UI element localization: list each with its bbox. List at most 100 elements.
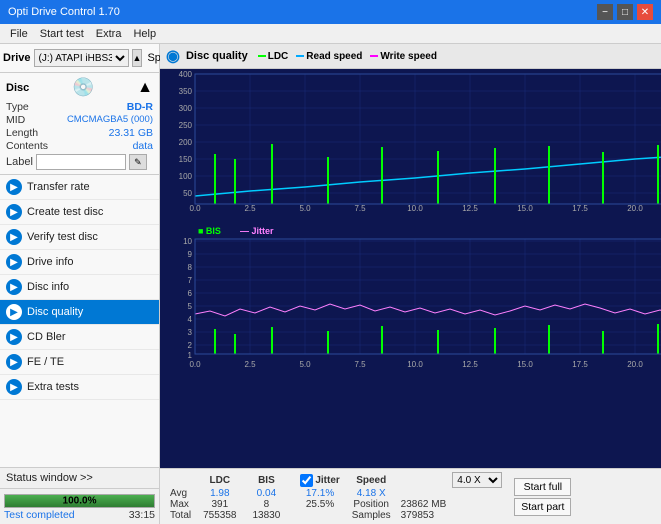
svg-text:15.0: 15.0 <box>517 204 533 213</box>
stats-table: LDC BIS Jitter Speed <box>166 472 506 521</box>
nav-create-test-disc[interactable]: ▶ Create test disc <box>0 200 159 225</box>
create-test-disc-icon: ▶ <box>6 204 22 220</box>
mid-value: CMCMAGBA5 (000) <box>67 114 153 126</box>
avg-bis: 0.04 <box>245 488 289 499</box>
titlebar: Opti Drive Control 1.70 − □ ✕ <box>0 0 661 24</box>
type-value: BD-R <box>127 101 153 113</box>
legend-read-label: Read speed <box>306 51 362 62</box>
menubar: File Start test Extra Help <box>0 24 661 44</box>
drive-section: Drive (J:) ATAPI iHBS312 2 PL17 ▲ Speed … <box>0 44 159 73</box>
extra-tests-icon: ▶ <box>6 379 22 395</box>
start-full-button[interactable]: Start full <box>514 478 571 496</box>
avg-speed: 4.18 X <box>344 488 399 499</box>
svg-text:150: 150 <box>179 155 193 164</box>
sidebar-progress-bar: 100.0% <box>4 494 155 508</box>
eject-button[interactable]: ▲ <box>132 49 143 67</box>
legend-ldc: LDC <box>258 51 289 62</box>
chart-title: Disc quality <box>186 50 248 62</box>
svg-text:3: 3 <box>188 328 193 337</box>
nav-disc-info[interactable]: ▶ Disc info <box>0 275 159 300</box>
nav-disc-quality-label: Disc quality <box>27 306 83 318</box>
label-edit-button[interactable]: ✎ <box>129 154 147 170</box>
svg-text:100: 100 <box>179 172 193 181</box>
time-text: 33:15 <box>129 509 155 521</box>
svg-text:4: 4 <box>188 315 193 324</box>
write-color <box>370 55 378 57</box>
nav-verify-test-disc[interactable]: ▶ Verify test disc <box>0 225 159 250</box>
nav-fe-te-label: FE / TE <box>27 356 64 368</box>
contents-value: data <box>133 140 153 152</box>
action-buttons: Start full Start part <box>514 478 571 516</box>
status-text: Test completed <box>4 509 75 521</box>
nav-transfer-rate-label: Transfer rate <box>27 181 90 193</box>
legend-ldc-label: LDC <box>268 51 289 62</box>
svg-text:300: 300 <box>179 104 193 113</box>
nav-cd-bler-label: CD Bler <box>27 331 66 343</box>
svg-text:2.5: 2.5 <box>244 204 256 213</box>
nav-cd-bler[interactable]: ▶ CD Bler <box>0 325 159 350</box>
nav-extra-tests[interactable]: ▶ Extra tests <box>0 375 159 400</box>
type-label: Type <box>6 101 29 113</box>
svg-text:■ BIS: ■ BIS <box>198 226 221 236</box>
svg-text:400: 400 <box>179 70 193 79</box>
start-part-button[interactable]: Start part <box>514 498 571 516</box>
status-window-button[interactable]: Status window >> <box>0 467 159 488</box>
avg-ldc: 1.98 <box>195 488 244 499</box>
minimize-button[interactable]: − <box>597 4 613 20</box>
svg-text:10: 10 <box>183 237 192 246</box>
position-label: Position <box>344 499 399 510</box>
max-jitter: 25.5% <box>296 499 343 510</box>
position-label-text: Position <box>353 499 389 510</box>
total-samples: 379853 <box>399 510 449 521</box>
legend-write: Write speed <box>370 51 437 62</box>
menu-extra[interactable]: Extra <box>90 27 128 41</box>
disc-info-icon: ▶ <box>6 279 22 295</box>
svg-text:5: 5 <box>188 302 193 311</box>
jitter-checkbox[interactable] <box>300 474 313 487</box>
svg-text:8: 8 <box>188 263 193 272</box>
contents-label: Contents <box>6 140 48 152</box>
maximize-button[interactable]: □ <box>617 4 633 20</box>
legend-read: Read speed <box>296 51 362 62</box>
titlebar-title: Opti Drive Control 1.70 <box>8 6 120 18</box>
drive-select[interactable]: (J:) ATAPI iHBS312 2 PL17 <box>34 49 129 67</box>
sidebar-progress-area: 100.0% Test completed 33:15 <box>0 488 159 524</box>
label-input[interactable] <box>36 154 126 170</box>
length-label: Length <box>6 127 38 139</box>
avg-jitter: 17.1% <box>296 488 343 499</box>
nav-create-test-disc-label: Create test disc <box>27 206 103 218</box>
nav-extra-tests-label: Extra tests <box>27 381 79 393</box>
nav-disc-quality[interactable]: ▶ Disc quality <box>0 300 159 325</box>
svg-text:17.5: 17.5 <box>572 360 588 369</box>
svg-text:9: 9 <box>188 250 193 259</box>
nav-fe-te[interactable]: ▶ FE / TE <box>0 350 159 375</box>
disc-icon: 💿 <box>72 77 94 98</box>
cd-bler-icon: ▶ <box>6 329 22 345</box>
verify-test-disc-icon: ▶ <box>6 229 22 245</box>
menu-starttest[interactable]: Start test <box>34 27 90 41</box>
svg-text:0.0: 0.0 <box>189 204 201 213</box>
max-bis: 8 <box>245 499 289 510</box>
svg-text:7: 7 <box>188 276 193 285</box>
svg-text:200: 200 <box>179 138 193 147</box>
mid-label: MID <box>6 114 25 126</box>
max-position: 23862 MB <box>399 499 449 510</box>
menu-file[interactable]: File <box>4 27 34 41</box>
svg-text:— Jitter: — Jitter <box>240 226 274 236</box>
nav-drive-info[interactable]: ▶ Drive info <box>0 250 159 275</box>
menu-help[interactable]: Help <box>127 27 162 41</box>
stats-bottom-bar: LDC BIS Jitter Speed <box>160 468 661 524</box>
speed-select-stats[interactable]: 4.0 X <box>452 472 502 488</box>
svg-text:12.5: 12.5 <box>462 360 478 369</box>
chart-icon: ◉ <box>166 46 180 66</box>
svg-text:2: 2 <box>188 341 193 350</box>
ldc-col-header: LDC <box>195 472 244 488</box>
max-ldc: 391 <box>195 499 244 510</box>
nav-transfer-rate[interactable]: ▶ Transfer rate <box>0 175 159 200</box>
svg-text:7.5: 7.5 <box>354 360 366 369</box>
status-window-label: Status window >> <box>6 472 93 484</box>
nav-items: ▶ Transfer rate ▶ Create test disc ▶ Ver… <box>0 175 159 400</box>
close-button[interactable]: ✕ <box>637 4 653 20</box>
svg-text:7.5: 7.5 <box>354 204 366 213</box>
drive-info-icon: ▶ <box>6 254 22 270</box>
